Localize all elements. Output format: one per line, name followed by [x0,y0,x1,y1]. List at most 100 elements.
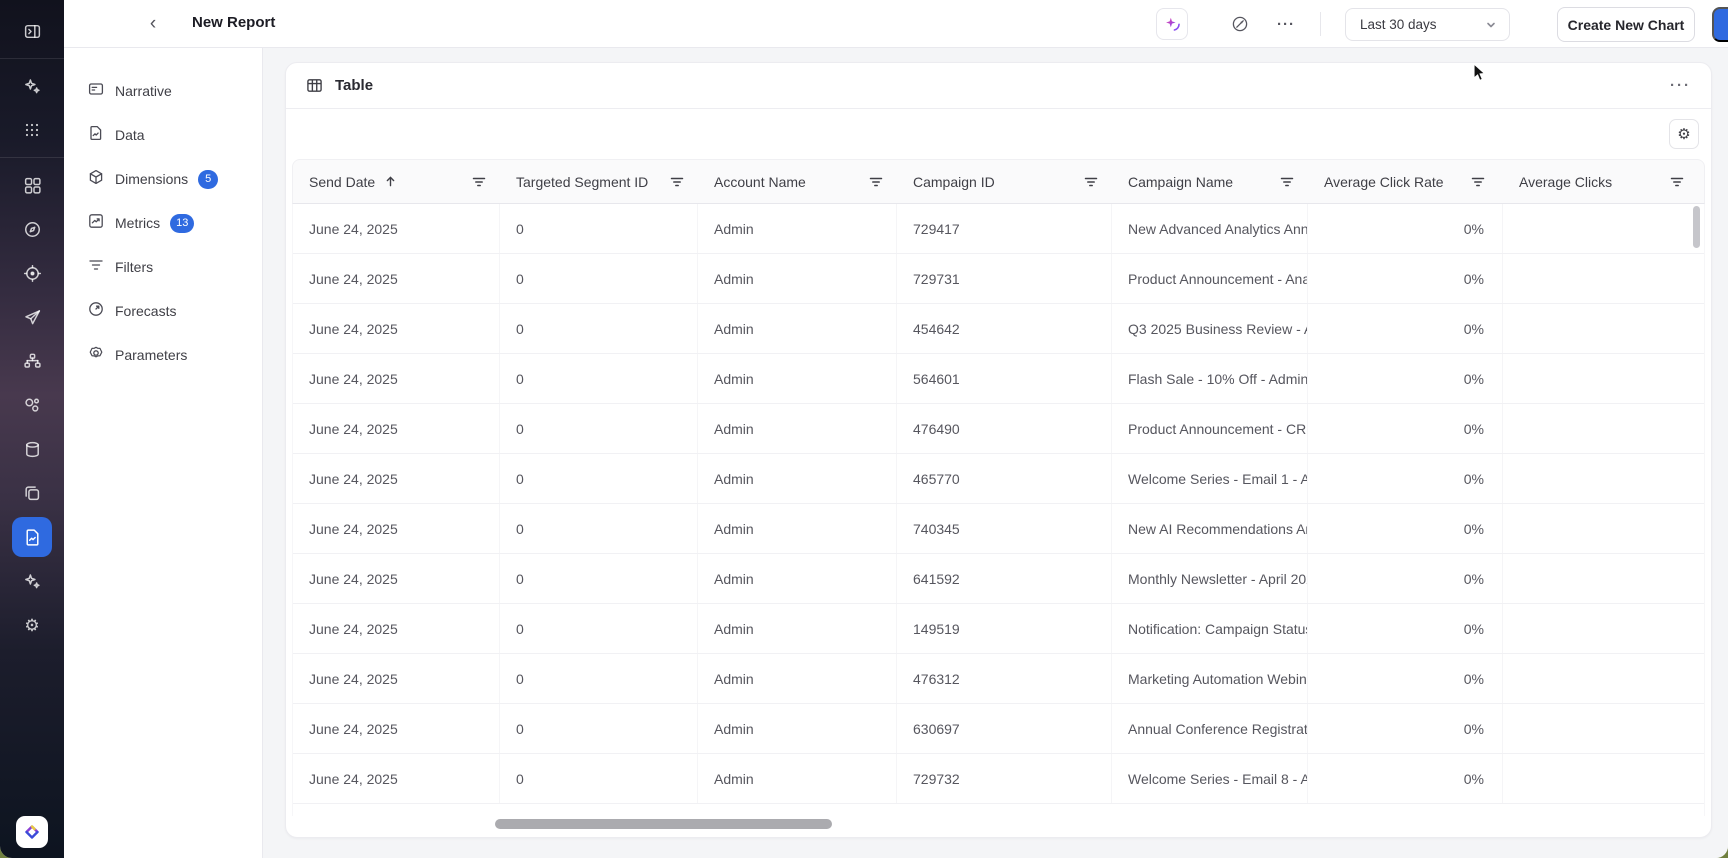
cell-average-click-rate: 0% [1308,204,1503,253]
time-range-select[interactable]: Last 30 days [1345,8,1510,41]
cell-account-name: Admin [698,404,897,453]
filter-icon[interactable] [1280,175,1294,189]
sidebar-item[interactable]: Parameters [64,333,262,377]
sitemap-icon[interactable] [12,341,52,381]
sidebar-item[interactable]: Filters [64,245,262,289]
forecasts-icon [88,301,104,322]
cell-targeted-segment-id: 0 [500,604,698,653]
column-header-campaign-name[interactable]: Campaign Name [1112,160,1308,203]
reports-file-icon[interactable] [12,517,52,557]
filter-icon[interactable] [1084,175,1098,189]
explore-compass-icon[interactable] [12,209,52,249]
panel-title: Table [335,77,374,94]
cell-campaign-id: 564601 [897,354,1112,403]
apps-grid-icon[interactable] [12,110,52,150]
filter-icon[interactable] [1670,175,1684,189]
panel-more-button[interactable]: ··· [1670,77,1691,94]
cell-send-date: June 24, 2025 [293,204,500,253]
table-row: June 24, 2025 0 Admin 729732 Welcome Ser… [293,754,1704,804]
data-file-icon [88,125,104,146]
column-header-account-name[interactable]: Account Name [698,160,897,203]
column-header-average-clicks[interactable]: Average Clicks [1503,160,1704,203]
time-range-value: Last 30 days [1360,17,1437,32]
table-row: June 24, 2025 0 Admin 476490 Product Ann… [293,404,1704,454]
segments-bubbles-icon[interactable] [12,385,52,425]
send-icon[interactable] [12,297,52,337]
table-row: June 24, 2025 0 Admin 476312 Marketing A… [293,654,1704,704]
table-header-row: Send Date Targeted Segment ID Account Na… [292,159,1705,204]
sidebar-toggle-icon[interactable] [12,11,52,51]
parameters-gear-icon [88,345,104,366]
cell-average-click-rate: 0% [1308,554,1503,603]
cell-campaign-name: Product Announcement - CRM [1112,404,1308,453]
filter-icon[interactable] [1471,175,1485,189]
cell-average-clicks: 0 [1503,754,1704,803]
sidebar-item[interactable]: Dimensions 5 [64,157,262,201]
cell-campaign-id: 476312 [897,654,1112,703]
database-icon[interactable] [12,429,52,469]
cell-send-date: June 24, 2025 [293,354,500,403]
table-row: June 24, 2025 0 Admin 564601 Flash Sale … [293,354,1704,404]
table-toolbar: ⚙ [286,109,1711,159]
cell-targeted-segment-id: 0 [500,504,698,553]
settings-gear-icon[interactable]: ⚙ [12,605,52,645]
sidebar-item[interactable]: Narrative [64,69,262,113]
table-row: June 24, 2025 0 Admin 630697 Annual Conf… [293,704,1704,754]
create-new-chart-button[interactable]: Create New Chart [1557,7,1695,42]
count-badge: 5 [198,169,219,189]
filter-icon[interactable] [670,175,684,189]
narrative-card-icon [88,81,104,102]
topbar-more-button[interactable]: ··· [1270,8,1302,40]
cell-account-name: Admin [698,604,897,653]
assistant-sparkles-icon[interactable] [12,561,52,601]
cell-average-click-rate: 0% [1308,254,1503,303]
column-header-send-date[interactable]: Send Date [293,160,500,203]
report-sidebar: Narrative Data Dimensions 5 Metrics 13 F… [64,48,263,858]
filter-icon[interactable] [869,175,883,189]
cell-account-name: Admin [698,554,897,603]
column-header-average-click-rate[interactable]: Average Click Rate [1308,160,1503,203]
vertical-scrollbar-thumb[interactable] [1693,206,1700,248]
cell-account-name: Admin [698,504,897,553]
filters-funnel-icon [88,257,104,278]
ai-sparkles-icon[interactable] [12,66,52,106]
save-button[interactable]: Save [1712,7,1728,42]
sidebar-item[interactable]: Data [64,113,262,157]
table-row: June 24, 2025 0 Admin 641592 Monthly New… [293,554,1704,604]
chevron-down-icon [1487,22,1495,27]
filter-icon[interactable] [472,175,486,189]
cell-send-date: June 24, 2025 [293,604,500,653]
compass-icon[interactable] [1224,8,1256,40]
cell-campaign-name: Welcome Series - Email 1 - Adm [1112,454,1308,503]
column-header-campaign-id[interactable]: Campaign ID [897,160,1112,203]
cell-targeted-segment-id: 0 [500,404,698,453]
cell-average-clicks: 0 [1503,204,1704,253]
cell-account-name: Admin [698,254,897,303]
cell-targeted-segment-id: 0 [500,204,698,253]
dashboards-icon[interactable] [12,165,52,205]
layers-icon[interactable] [12,473,52,513]
app-window: ⚙ ‹ New Report ··· Last 30 days Create N… [0,0,1728,858]
cell-send-date: June 24, 2025 [293,404,500,453]
app-logo[interactable] [16,816,48,848]
back-button[interactable]: ‹ [140,11,166,37]
sidebar-item[interactable]: Metrics 13 [64,201,262,245]
sort-asc-icon[interactable] [384,175,397,188]
data-table: Send Date Targeted Segment ID Account Na… [292,159,1705,816]
sidebar-item-label: Forecasts [115,303,177,319]
sidebar-item[interactable]: Forecasts [64,289,262,333]
cell-average-clicks: 0 [1503,354,1704,403]
cell-account-name: Admin [698,204,897,253]
cell-campaign-id: 641592 [897,554,1112,603]
cell-send-date: June 24, 2025 [293,704,500,753]
table-settings-gear-icon[interactable]: ⚙ [1669,119,1699,149]
ai-assist-button[interactable] [1156,8,1188,40]
cell-send-date: June 24, 2025 [293,754,500,803]
horizontal-scrollbar-thumb[interactable] [495,819,832,829]
cell-campaign-name: Marketing Automation Webinar [1112,654,1308,703]
cell-campaign-id: 729732 [897,754,1112,803]
target-icon[interactable] [12,253,52,293]
cell-campaign-id: 729731 [897,254,1112,303]
sidebar-item-label: Narrative [115,83,172,99]
column-header-targeted-segment-id[interactable]: Targeted Segment ID [500,160,698,203]
